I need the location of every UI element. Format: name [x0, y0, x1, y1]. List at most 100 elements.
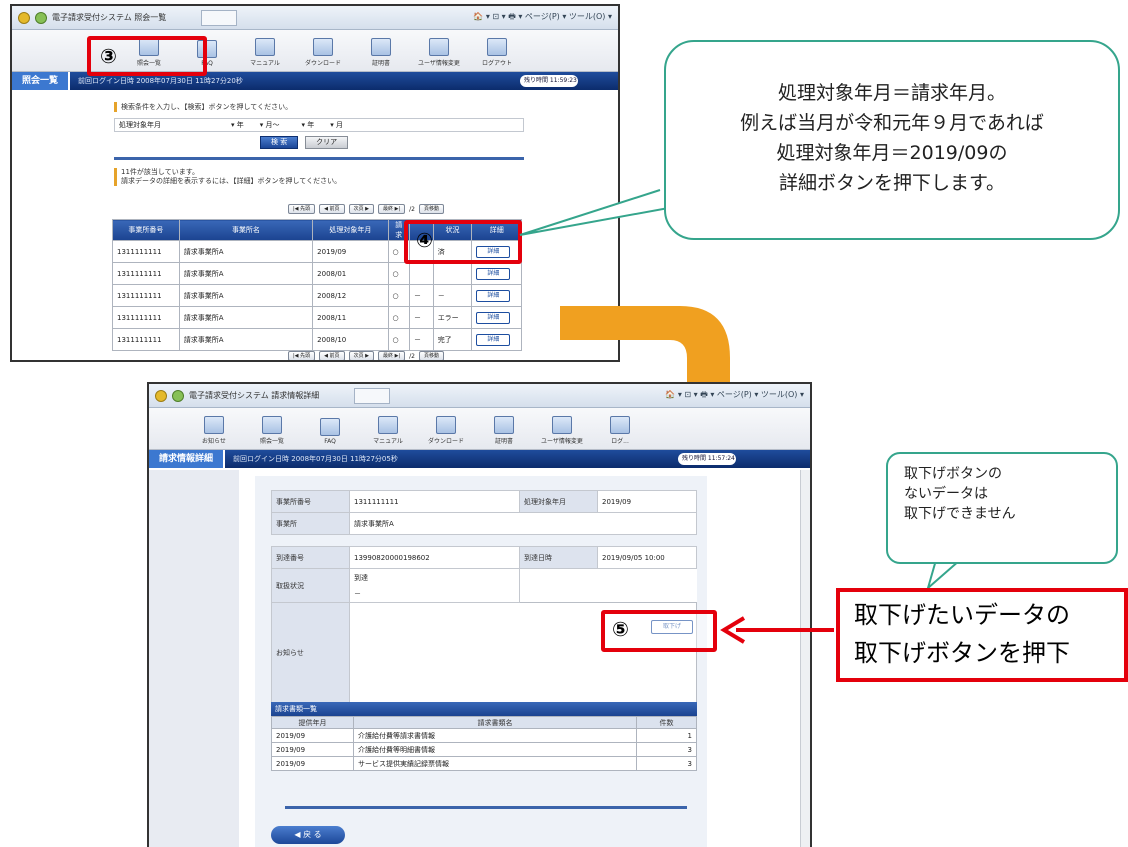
forward-icon[interactable] [35, 11, 47, 24]
back-icon[interactable] [18, 11, 30, 24]
cell-office-name: 請求事業所A [178, 306, 314, 329]
forward-icon[interactable] [172, 389, 184, 402]
pager-next[interactable]: 次頁 ▶ [348, 204, 374, 214]
instruction-line: 取下げたいデータの [854, 601, 1070, 629]
cell-status: エラー [432, 306, 473, 329]
toolbar-certificate[interactable]: 証明書 [483, 416, 525, 445]
faq-icon [320, 418, 340, 436]
cell-office-name: 請求事業所A [178, 240, 314, 263]
notice-label: お知らせ [271, 602, 350, 703]
toolbar-manual[interactable]: マニュアル [367, 416, 409, 445]
toolbar-logout[interactable]: ログ... [599, 416, 641, 445]
target-label: 処理対象年月 [519, 490, 598, 513]
search-row: 処理対象年月 ▾ 年 ▾ 月～ ▾ 年 ▾ 月 [114, 118, 524, 132]
book-icon [255, 38, 275, 56]
cell-office-name: 請求事業所A [178, 262, 314, 285]
right-scrollbar[interactable] [800, 470, 810, 847]
month-select-1[interactable]: ▾ 月～ [260, 120, 280, 130]
cell-office-no: 1311111111 [112, 306, 180, 329]
toolbar-download[interactable]: ダウンロード [302, 38, 344, 67]
arrival-dt-value: 2019/09/05 10:00 [597, 546, 697, 569]
pager-jump[interactable]: 頁移動 [418, 351, 444, 360]
cell-detail: 詳細 [471, 306, 522, 329]
month-select-2[interactable]: ▾ 月 [330, 120, 343, 130]
cell-detail: 詳細 [471, 284, 522, 307]
year-label: 年 [236, 121, 244, 129]
clear-button[interactable]: クリア [305, 136, 349, 149]
doc-row: 2019/09 サービス提供実績記録票情報 3 [271, 756, 697, 771]
toolbar-user-info[interactable]: ユーザ情報変更 [541, 416, 583, 445]
cell-status [432, 262, 473, 285]
toolbar-label: お知らせ [202, 438, 226, 445]
user-icon [552, 416, 572, 434]
toolbar-certificate[interactable]: 証明書 [360, 38, 402, 67]
new-tab-button[interactable] [354, 387, 391, 404]
toolbar-download[interactable]: ダウンロード [425, 416, 467, 445]
toolbar-label: ログアウト [481, 60, 512, 67]
detail-table-1: 事業所番号 1311111111 処理対象年月 2019/09 事業所 請求事業所A [271, 490, 697, 535]
pager-jump[interactable]: 頁移動 [418, 204, 444, 214]
toolbar-label: ユーザ情報変更 [418, 60, 460, 67]
cell-claim: ○ [387, 262, 411, 285]
cell-count: 1 [636, 728, 697, 743]
month-label: 月 [336, 121, 343, 129]
back-button[interactable]: ◀ 戻 る [271, 826, 345, 844]
back-label: 戻 る [303, 830, 322, 839]
page-title: 照会一覧 [12, 72, 71, 90]
logout-icon [487, 38, 507, 56]
new-tab-button[interactable] [201, 9, 238, 26]
toolbar-inquiry-list[interactable]: 照会一覧 [251, 416, 293, 445]
year-select-1[interactable]: ▾ 年 [231, 120, 244, 130]
year-select-2[interactable]: ▾ 年 [302, 120, 315, 130]
pager-last[interactable]: 最終 ▶| [378, 204, 406, 214]
table-row: 1311111111 請求事業所A 2008/12 ○ －－詳細 [112, 284, 522, 307]
toolbar-label: ユーザ情報変更 [541, 438, 583, 445]
year-label: 年 [307, 121, 315, 129]
pager-top: |◀ 先頭 ◀ 前頁 次頁 ▶ 最終 ▶| /2 頁移動 [288, 204, 444, 214]
callout2-line: 取下げボタンの [904, 466, 1002, 482]
cell-flag: － [409, 328, 434, 351]
pager-prev[interactable]: ◀ 前頁 [319, 204, 345, 214]
table-row: 1311111111 請求事業所A 2008/11 ○ －エラー 詳細 [112, 306, 522, 329]
target-value: 2019/09 [597, 490, 697, 513]
cell-office-name: 請求事業所A [178, 284, 314, 307]
cell-office-no: 1311111111 [112, 284, 180, 307]
detail-button[interactable]: 詳細 [476, 289, 511, 302]
toolbar-faq[interactable]: FAQ [309, 418, 351, 445]
pager-next[interactable]: 次頁 ▶ [348, 351, 374, 360]
detail-button[interactable]: 詳細 [476, 267, 511, 280]
doc-list-title: 請求書類一覧 [271, 702, 697, 716]
pager-first[interactable]: |◀ 先頭 [288, 351, 316, 360]
cell-provided-ym: 2019/09 [271, 728, 354, 743]
detail-button[interactable]: 詳細 [476, 333, 511, 346]
toolbar-logout[interactable]: ログアウト [476, 38, 518, 67]
bottom-tab-title[interactable]: 電子請求受付システム 請求情報詳細 [189, 390, 319, 401]
browser-tools[interactable]: 🏠 ▾ ⊡ ▾ 🖶 ▾ ページ(P) ▾ ツール(O) ▾ [473, 11, 618, 25]
cell-status: 完了 [432, 328, 473, 351]
pager-first[interactable]: |◀ 先頭 [288, 204, 316, 214]
office-no-label: 事業所番号 [271, 490, 350, 513]
search-button[interactable]: 検 索 [260, 136, 299, 149]
result-instruction: 請求データの詳細を表示するには、【詳細】ボタンを押してください。 [121, 177, 342, 185]
pager-last[interactable]: 最終 ▶| [378, 351, 406, 360]
last-login-info: 前回ログイン日時 2008年07月30日 11時27分05秒 [233, 455, 398, 463]
back-icon[interactable] [155, 389, 167, 402]
pager-page: /2 [409, 352, 415, 360]
toolbar-user-info[interactable]: ユーザ情報変更 [418, 38, 460, 67]
top-tab-title[interactable]: 電子請求受付システム 照会一覧 [52, 12, 166, 23]
back-icon: ◀ [294, 830, 304, 839]
pager-prev[interactable]: ◀ 前頁 [319, 351, 345, 360]
toolbar-manual[interactable]: マニュアル [244, 38, 286, 67]
search-instruction: 検索条件を入力し、【検索】ボタンを押してください。 [114, 102, 524, 112]
cell-target-ym: 2008/10 [312, 328, 389, 351]
red-arrow [720, 616, 834, 644]
search-label: 処理対象年月 [119, 121, 161, 129]
toolbar-notice[interactable]: お知らせ [193, 416, 235, 445]
browser-tools[interactable]: 🏠 ▾ ⊡ ▾ 🖶 ▾ ページ(P) ▾ ツール(O) ▾ [665, 389, 810, 403]
callout1-line: 処理対象年月＝2019/09の [776, 142, 1008, 164]
arrival-dt-label: 到達日時 [519, 546, 598, 569]
remaining-time: 残り時間 11:57:24 [678, 453, 736, 465]
cell-office-name: 請求事業所A [178, 328, 314, 351]
detail-button[interactable]: 詳細 [476, 311, 511, 324]
cell-doc-name: 介護給付費等明細書情報 [353, 742, 637, 757]
